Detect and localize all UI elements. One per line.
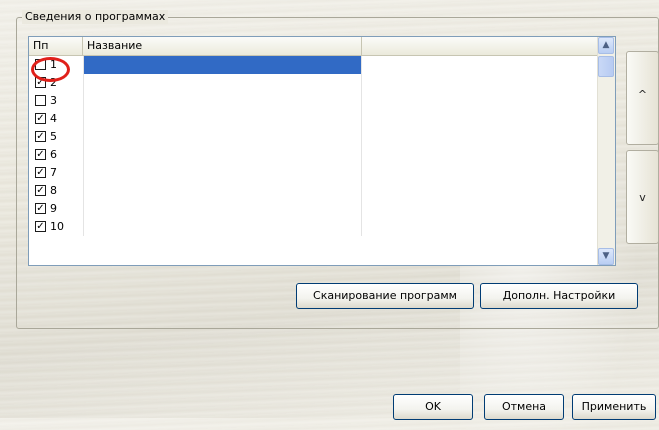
apply-button[interactable]: Применить [572,394,656,420]
scroll-up-arrow-icon[interactable]: ▲ [598,37,614,54]
groupbox-title: Сведения о программах [22,10,169,24]
ok-button[interactable]: OK [393,394,473,420]
row-number: 4 [50,112,57,125]
row-number: 3 [50,94,57,107]
move-up-label: ^ [637,88,648,101]
row-name-cell[interactable] [83,128,362,146]
row-number-cell: ✓ 10 [29,218,82,236]
column-header-empty [362,37,597,55]
row-checkbox[interactable]: ✓ [35,113,46,124]
table-row[interactable]: ✓ 10 [29,218,597,236]
row-number-cell: ✓ 5 [29,128,82,146]
row-number-cell: 3 [29,92,82,110]
row-checkbox[interactable]: ✓ [35,167,46,178]
row-number: 6 [50,148,57,161]
scan-programs-button[interactable]: Сканирование программ [296,283,474,309]
row-name-cell[interactable] [83,74,362,92]
move-down-button[interactable]: v [626,150,659,244]
row-number-cell: ✓ 4 [29,110,82,128]
move-up-button[interactable]: ^ [626,51,659,145]
table-row[interactable]: 3 [29,92,597,110]
row-name-cell[interactable] [83,92,362,110]
table-row[interactable]: ✓ 4 [29,110,597,128]
row-extra-cell [361,110,598,128]
row-number-cell: ✓ 6 [29,146,82,164]
row-extra-cell [361,218,598,236]
row-name-cell[interactable] [83,200,362,218]
row-number-cell: ✓ 8 [29,182,82,200]
table-row[interactable]: ✓ 7 [29,164,597,182]
table-row[interactable]: 1 [29,56,597,74]
row-checkbox[interactable]: ✓ [35,131,46,142]
scroll-down-arrow-icon[interactable]: ▼ [598,248,614,265]
table-row[interactable]: ✓ 6 [29,146,597,164]
column-header-name[interactable]: Название [83,37,362,55]
row-extra-cell [361,56,598,74]
row-number: 7 [50,166,57,179]
row-checkbox[interactable]: ✓ [35,185,46,196]
list-rows: 1 ✓ 2 3 ✓ 4 ✓ 5 ✓ 6 ✓ 7 ✓ 8 ✓ 9 ✓ 10 [29,56,597,236]
row-extra-cell [361,164,598,182]
row-checkbox[interactable]: ✓ [35,221,46,232]
row-name-cell[interactable] [83,56,362,74]
row-extra-cell [361,182,598,200]
move-down-label: v [639,191,646,204]
cancel-button[interactable]: Отмена [484,394,564,420]
row-number-cell: ✓ 9 [29,200,82,218]
row-number: 5 [50,130,57,143]
row-name-cell[interactable] [83,110,362,128]
programs-list[interactable]: Пп Название 1 ✓ 2 3 ✓ 4 ✓ 5 ✓ 6 ✓ 7 ✓ 8 ✓ 9 ✓ 10 ▲ ▼ [28,36,616,266]
row-number: 9 [50,202,57,215]
highlight-ring [31,57,70,82]
table-row[interactable]: ✓ 5 [29,128,597,146]
row-name-cell[interactable] [83,164,362,182]
scroll-thumb[interactable] [598,56,614,77]
row-name-cell[interactable] [83,218,362,236]
table-row[interactable]: ✓ 8 [29,182,597,200]
row-extra-cell [361,128,598,146]
row-extra-cell [361,146,598,164]
row-number-cell: ✓ 7 [29,164,82,182]
table-row[interactable]: ✓ 9 [29,200,597,218]
row-extra-cell [361,92,598,110]
row-extra-cell [361,200,598,218]
vertical-scrollbar[interactable]: ▲ ▼ [597,37,615,265]
list-header: Пп Название [29,37,597,56]
row-checkbox[interactable] [35,95,46,106]
advanced-settings-button[interactable]: Дополн. Настройки [480,283,638,309]
table-row[interactable]: ✓ 2 [29,74,597,92]
row-name-cell[interactable] [83,182,362,200]
row-checkbox[interactable]: ✓ [35,149,46,160]
row-name-cell[interactable] [83,146,362,164]
row-number: 10 [50,220,64,233]
row-number: 8 [50,184,57,197]
row-checkbox[interactable]: ✓ [35,203,46,214]
column-header-number[interactable]: Пп [29,37,83,55]
row-extra-cell [361,74,598,92]
